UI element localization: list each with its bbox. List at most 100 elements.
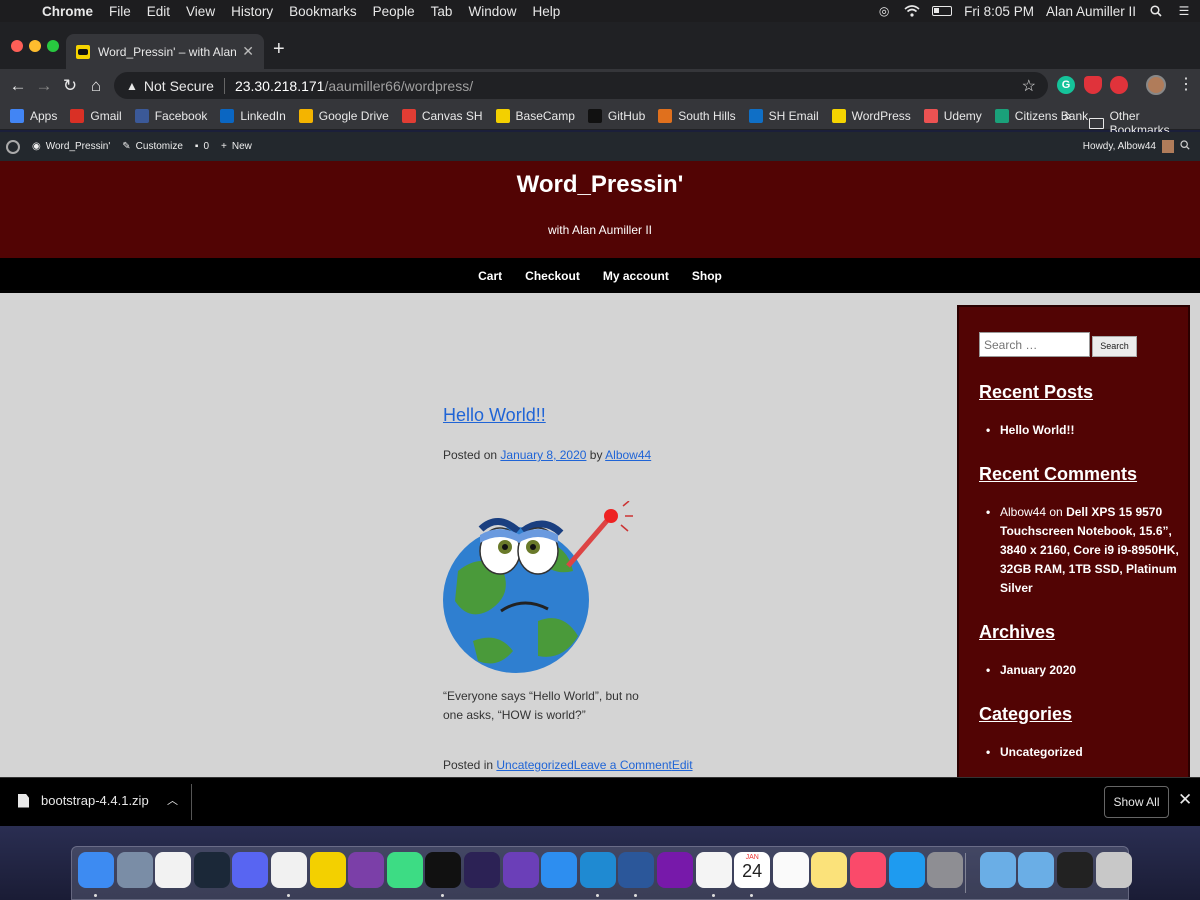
- address-bar[interactable]: ▲ Not Secure 23.30.218.171/aaumiller66/w…: [114, 72, 1048, 99]
- downloads-folder-icon[interactable]: [979, 852, 1016, 888]
- finder-icon[interactable]: [78, 852, 114, 888]
- calendar-icon[interactable]: JAN 24: [734, 852, 771, 888]
- opera-extension-icon[interactable]: [1110, 76, 1128, 94]
- back-button[interactable]: ←: [5, 76, 31, 96]
- close-download-shelf-icon[interactable]: ✕: [1178, 790, 1192, 810]
- bookmark-github[interactable]: GitHub: [587, 108, 645, 123]
- spotlight-search-icon[interactable]: [1148, 4, 1164, 18]
- wp-search-icon[interactable]: [1180, 140, 1190, 153]
- bookmark-udemy[interactable]: Udemy: [923, 108, 982, 123]
- eclipse-icon[interactable]: [464, 852, 500, 888]
- bookmark-sh-email[interactable]: SH Email: [748, 108, 819, 123]
- notes-icon[interactable]: [811, 852, 848, 888]
- discord-icon[interactable]: [232, 852, 269, 888]
- terminal-icon[interactable]: [425, 852, 462, 888]
- recent-post-link[interactable]: Hello World!!: [986, 421, 1180, 440]
- home-button[interactable]: ⌂: [83, 76, 109, 96]
- trash-icon[interactable]: [1095, 852, 1132, 888]
- menu-app-name[interactable]: Chrome: [34, 4, 101, 19]
- menu-file[interactable]: File: [101, 4, 139, 19]
- show-all-button[interactable]: Show All: [1104, 786, 1169, 818]
- category-link[interactable]: Uncategorized: [496, 758, 573, 772]
- nav-checkout[interactable]: Checkout: [525, 269, 580, 283]
- wp-user-avatar[interactable]: [1162, 140, 1174, 153]
- leave-comment-link[interactable]: Leave a Comment: [574, 758, 672, 772]
- wp-site-name[interactable]: ◉ Word_Pressin': [32, 141, 110, 152]
- bookmark-facebook[interactable]: Facebook: [134, 108, 207, 123]
- preview-icon[interactable]: [116, 852, 153, 888]
- menu-tab[interactable]: Tab: [423, 4, 461, 19]
- battery-icon[interactable]: [932, 6, 953, 16]
- menu-bookmarks[interactable]: Bookmarks: [281, 4, 365, 19]
- music-icon[interactable]: [850, 852, 886, 888]
- nav-shop[interactable]: Shop: [692, 269, 722, 283]
- bookmark-apps[interactable]: Apps: [10, 108, 57, 123]
- reload-button[interactable]: ↻: [57, 76, 83, 96]
- bookmark-gmail[interactable]: Gmail: [70, 108, 122, 123]
- new-tab-button[interactable]: +: [273, 38, 285, 61]
- search-button[interactable]: Search: [1092, 336, 1137, 357]
- warning-icon[interactable]: ▲: [126, 79, 138, 93]
- post-author-link[interactable]: Albow44: [605, 448, 651, 462]
- nav-my-account[interactable]: My account: [603, 269, 669, 283]
- comment-author[interactable]: Albow44: [1000, 505, 1046, 519]
- menu-edit[interactable]: Edit: [139, 4, 178, 19]
- wifi-icon[interactable]: [904, 4, 920, 18]
- tab-close-icon[interactable]: ✕: [242, 43, 254, 60]
- menubar-user[interactable]: Alan Aumiller II: [1046, 4, 1136, 19]
- basecamp-icon[interactable]: [309, 852, 346, 888]
- xcode-icon[interactable]: [541, 852, 578, 888]
- menu-history[interactable]: History: [223, 4, 281, 19]
- onenote-icon[interactable]: [657, 852, 693, 888]
- screen-recorder-icon[interactable]: [1057, 852, 1093, 888]
- window-close-button[interactable]: [11, 40, 23, 52]
- url-path[interactable]: /aaumiller66/wordpress/: [324, 78, 473, 94]
- chrome-icon[interactable]: [271, 852, 307, 888]
- bookmarks-overflow-button[interactable]: »: [1064, 108, 1071, 123]
- chevron-up-icon[interactable]: ︿: [167, 792, 178, 808]
- vscode-icon[interactable]: [579, 852, 616, 888]
- security-status[interactable]: Not Secure: [144, 78, 214, 94]
- wp-comments[interactable]: ▪ 0: [195, 141, 209, 152]
- menu-help[interactable]: Help: [524, 4, 568, 19]
- system-preferences-icon[interactable]: [927, 852, 964, 888]
- forward-button[interactable]: →: [31, 76, 57, 96]
- url-host[interactable]: 23.30.218.171: [235, 78, 325, 94]
- bookmark-wordpress[interactable]: WordPress: [831, 108, 911, 123]
- window-zoom-button[interactable]: [47, 40, 59, 52]
- post-date-link[interactable]: January 8, 2020: [500, 448, 586, 462]
- bookmark-linkedin[interactable]: LinkedIn: [220, 108, 286, 123]
- acrobat-icon[interactable]: [695, 852, 732, 888]
- bookmark-star-icon[interactable]: ☆: [1022, 76, 1036, 96]
- bookmark-basecamp[interactable]: BaseCamp: [495, 108, 575, 123]
- post-title-link[interactable]: Hello World!!: [443, 405, 546, 426]
- word-icon[interactable]: [618, 852, 655, 888]
- bookmark-citizens-bank[interactable]: Citizens Bank: [994, 108, 1088, 123]
- bookmark-canvas-sh[interactable]: Canvas SH: [401, 108, 483, 123]
- site-title[interactable]: Word_Pressin': [0, 171, 1200, 199]
- control-list-icon[interactable]: ☰: [1176, 4, 1192, 18]
- bookmark-google-drive[interactable]: Google Drive: [298, 108, 389, 123]
- reminders-icon[interactable]: [772, 852, 809, 888]
- wp-new[interactable]: + New: [221, 141, 252, 152]
- menubar-clock[interactable]: Fri 8:05 PM: [964, 4, 1034, 19]
- creative-cloud-icon[interactable]: ◎: [876, 4, 892, 18]
- news-icon[interactable]: [155, 852, 192, 888]
- window-minimize-button[interactable]: [29, 40, 41, 52]
- edit-post-link[interactable]: Edit: [672, 758, 693, 772]
- applications-folder-icon[interactable]: [1018, 852, 1055, 888]
- adblock-shield-extension-icon[interactable]: [1084, 76, 1102, 94]
- github-desktop-icon[interactable]: [348, 852, 385, 888]
- category-sidebar-link[interactable]: Uncategorized: [986, 743, 1180, 762]
- wp-howdy[interactable]: Howdy, Albow44: [1083, 141, 1156, 152]
- profile-avatar[interactable]: [1146, 75, 1166, 95]
- search-input[interactable]: [979, 332, 1090, 357]
- menu-view[interactable]: View: [178, 4, 223, 19]
- menu-window[interactable]: Window: [460, 4, 524, 19]
- menu-people[interactable]: People: [365, 4, 423, 19]
- wp-customize[interactable]: ✎ Customize: [122, 141, 183, 152]
- wordpress-logo-icon[interactable]: [6, 139, 20, 154]
- steam-icon[interactable]: [193, 852, 230, 888]
- bookmark-south-hills[interactable]: South Hills: [658, 108, 736, 123]
- android-studio-icon[interactable]: [386, 852, 423, 888]
